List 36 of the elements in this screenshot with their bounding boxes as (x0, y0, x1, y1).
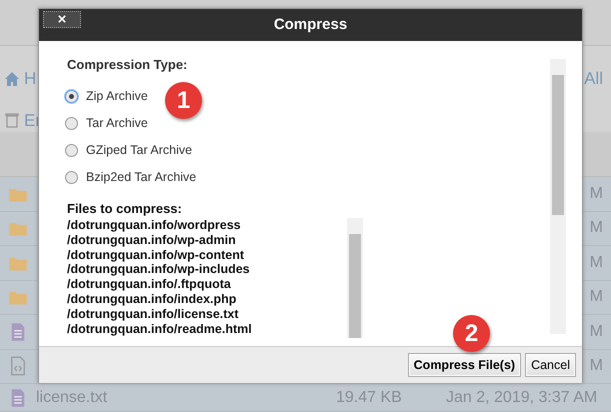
file-path: /dotrungquan.info/wordpress (67, 218, 242, 233)
file-path: /dotrungquan.info/wp-includes (67, 262, 251, 278)
file-path: /dotrungquan.info/index.php (67, 292, 238, 307)
dialog-title: Compress (274, 14, 348, 35)
cancel-button[interactable]: Cancel (525, 352, 576, 378)
radio-button[interactable] (65, 144, 78, 156)
radio-option[interactable]: Zip Archive (65, 82, 148, 110)
time-cell-text: M (590, 322, 603, 342)
file-date-cell-text: Jan 2, 2019, 3:37 AM (446, 388, 598, 408)
files-label: Files to compress: (67, 200, 183, 218)
home-icon[interactable] (4, 70, 20, 87)
radio-option[interactable]: Bzip2ed Tar Archive (65, 164, 196, 190)
file-path: /dotrungquan.info/readme.html (67, 322, 253, 336)
file-path: /dotrungquan.info/.ftpquota (67, 277, 232, 292)
time-cell-text: M (590, 252, 603, 273)
close-button[interactable]: × (43, 11, 81, 28)
radio-button[interactable] (65, 116, 78, 130)
file-path: /dotrungquan.info/license.txt (67, 306, 240, 322)
file-path: /dotrungquan.info/wp-content (67, 248, 246, 262)
time-cell-text: M (590, 184, 603, 204)
scrollbar[interactable] (347, 218, 363, 338)
radio-option[interactable]: Tar Archive (65, 110, 148, 136)
file-path: /dotrungquan.info/wp-admin (67, 232, 237, 248)
file-size-cell-text: 19.47 KB (336, 388, 403, 408)
time-cell-text: M (590, 218, 603, 238)
file-name-cell-text: license.txt (36, 388, 108, 408)
compression-type-label: Compression Type: (67, 56, 188, 74)
radio-button[interactable] (65, 170, 78, 184)
radio-option[interactable]: GZiped Tar Archive (65, 136, 192, 164)
time-cell-text: M (590, 356, 603, 376)
time-cell-text: M (590, 287, 603, 308)
code-file-icon (8, 356, 28, 376)
radio-button[interactable] (65, 90, 78, 102)
scrollbar[interactable] (550, 59, 566, 334)
trash-icon[interactable] (4, 112, 20, 128)
compress-button[interactable]: Compress File(s) (408, 352, 522, 378)
